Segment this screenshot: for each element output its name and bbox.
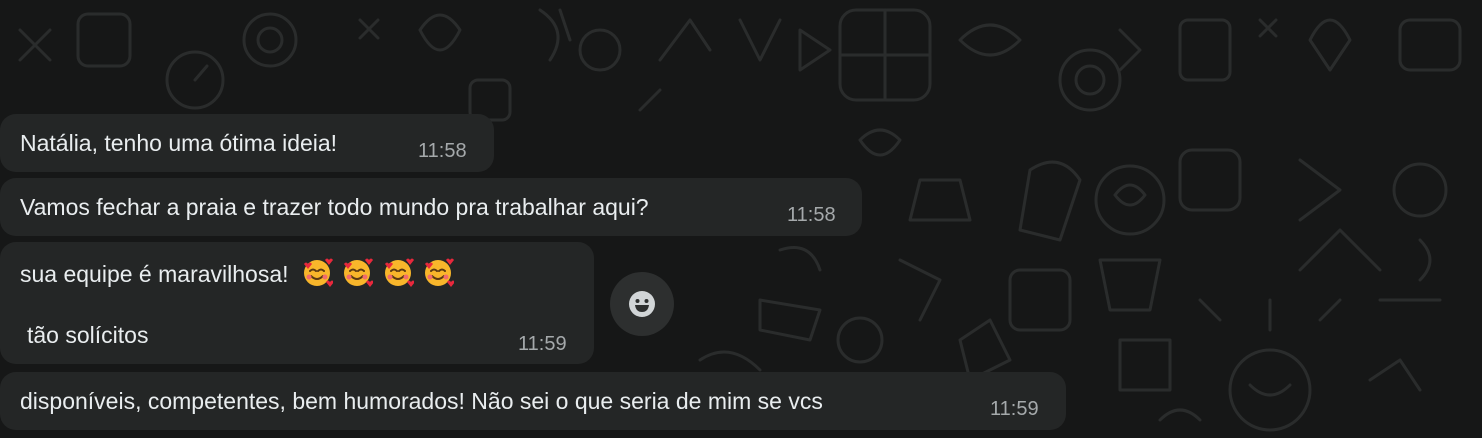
smiling-face-with-hearts-icon [425, 258, 455, 287]
message-text: Vamos fechar a praia e trazer todo mundo… [20, 194, 649, 220]
message-text: sua equipe é maravilhosa! [20, 256, 455, 288]
smiley-icon [629, 291, 655, 317]
message-bubble[interactable]: sua equipe é maravilhosa! tão solícitos … [0, 242, 594, 364]
message-bubble[interactable]: Natália, tenho uma ótima ideia! 11:58 [0, 114, 494, 172]
message-text: disponíveis, competentes, bem humorados!… [20, 388, 823, 414]
message-bubble[interactable]: Vamos fechar a praia e trazer todo mundo… [0, 178, 862, 236]
smiling-face-with-hearts-icon [384, 258, 414, 287]
smiling-face-with-hearts-icon [344, 258, 374, 287]
message-bubble[interactable]: disponíveis, competentes, bem humorados!… [0, 372, 1066, 430]
message-timestamp: 11:59 [990, 398, 1039, 420]
message-timestamp: 11:59 [518, 333, 567, 355]
message-timestamp: 11:58 [418, 140, 467, 162]
smiling-face-with-hearts-icon [303, 258, 333, 287]
message-text-line1: sua equipe é maravilhosa! [20, 261, 289, 287]
message-text: Natália, tenho uma ótima ideia! [20, 130, 338, 156]
message-text-line2: tão solícitos [27, 322, 149, 348]
emoji-group [299, 258, 455, 287]
message-timestamp: 11:58 [787, 204, 836, 226]
reaction-button[interactable] [610, 272, 674, 336]
